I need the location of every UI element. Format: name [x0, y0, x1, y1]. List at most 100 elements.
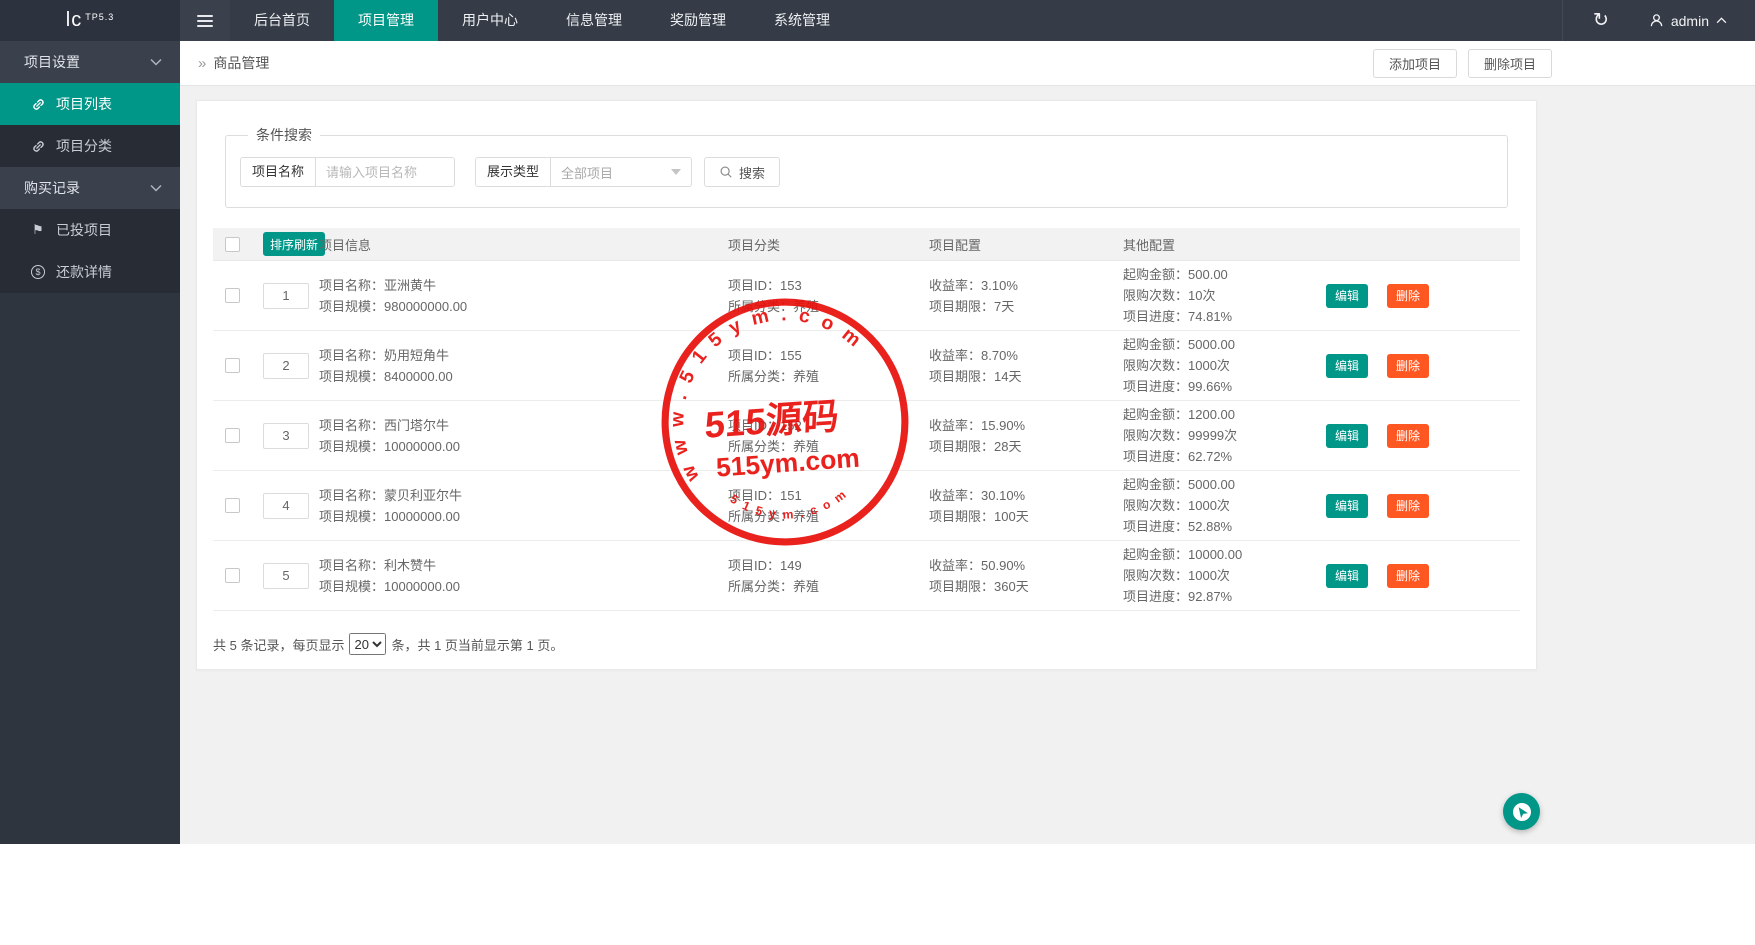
table-row: 项目名称：奶用短角牛 项目规模：8400000.00 项目ID：155 所属分类…: [213, 331, 1520, 401]
nav-system-management[interactable]: 系统管理: [750, 0, 854, 41]
header-project-category: 项目分类: [728, 235, 929, 254]
link-icon: [30, 97, 46, 112]
search-button[interactable]: 搜索: [704, 157, 780, 187]
project-term: 28天: [994, 439, 1021, 454]
project-id: 151: [780, 488, 802, 503]
chevron-down-icon: [150, 184, 162, 192]
yield-rate: 8.70%: [981, 348, 1018, 363]
project-id: 153: [780, 278, 802, 293]
edit-button[interactable]: 编辑: [1326, 424, 1368, 448]
nav-project-management[interactable]: 项目管理: [334, 0, 438, 41]
sort-order-input[interactable]: [263, 353, 309, 379]
page-title: 商品管理: [213, 53, 269, 73]
project-progress: 92.87%: [1188, 589, 1232, 604]
sidebar-item-repayment-details[interactable]: $ 还款详情: [0, 251, 180, 293]
project-list-card: 条件搜索 项目名称 展示类型 全部项目: [196, 100, 1537, 670]
sort-order-input[interactable]: [263, 283, 309, 309]
project-scale: 10000000.00: [384, 509, 460, 524]
logo-version: TP5.3: [85, 12, 114, 22]
project-scale: 8400000.00: [384, 369, 453, 384]
sort-refresh-button[interactable]: 排序刷新: [263, 232, 325, 256]
dollar-circle-icon: $: [30, 265, 46, 279]
chevron-down-icon: [150, 58, 162, 66]
search-panel-legend: 条件搜索: [248, 125, 320, 145]
project-name: 亚洲黄牛: [384, 278, 436, 293]
project-progress: 62.72%: [1188, 449, 1232, 464]
delete-button[interactable]: 删除: [1387, 494, 1429, 518]
yield-rate: 3.10%: [981, 278, 1018, 293]
display-type-group: 展示类型 全部项目: [475, 157, 692, 187]
sort-order-input[interactable]: [263, 563, 309, 589]
table-row: 项目名称：蒙贝利亚尔牛 项目规模：10000000.00 项目ID：151 所属…: [213, 471, 1520, 541]
sidebar-group-label: 项目设置: [24, 52, 80, 72]
delete-project-button[interactable]: 删除项目: [1468, 49, 1552, 78]
row-checkbox[interactable]: [225, 428, 240, 443]
edit-button[interactable]: 编辑: [1326, 564, 1368, 588]
row-checkbox[interactable]: [225, 498, 240, 513]
table-row: 项目名称：西门塔尔牛 项目规模：10000000.00 项目ID：152 所属分…: [213, 401, 1520, 471]
edit-button[interactable]: 编辑: [1326, 494, 1368, 518]
logo-text: lc: [66, 9, 82, 32]
sidebar-item-project-category[interactable]: 项目分类: [0, 125, 180, 167]
project-table: 排序刷新 项目信息 项目分类 项目配置 其他配置 项目名称：亚洲黄牛 项目规模：…: [213, 228, 1520, 611]
min-amount: 5000.00: [1188, 337, 1235, 352]
project-name-input[interactable]: [316, 158, 454, 186]
project-progress: 74.81%: [1188, 309, 1232, 324]
row-checkbox[interactable]: [225, 358, 240, 373]
sidebar-group-purchase-records[interactable]: 购买记录: [0, 167, 180, 209]
nav-info-management[interactable]: 信息管理: [542, 0, 646, 41]
sidebar-item-label: 项目列表: [56, 94, 112, 114]
table-header: 排序刷新 项目信息 项目分类 项目配置 其他配置: [213, 228, 1520, 261]
min-amount: 5000.00: [1188, 477, 1235, 492]
display-type-select[interactable]: 全部项目: [551, 158, 691, 186]
project-id: 152: [780, 418, 802, 433]
delete-button[interactable]: 删除: [1387, 424, 1429, 448]
project-name-group: 项目名称: [240, 157, 455, 187]
delete-button[interactable]: 删除: [1387, 354, 1429, 378]
min-amount: 10000.00: [1188, 547, 1242, 562]
sidebar-group-project-settings[interactable]: 项目设置: [0, 41, 180, 83]
row-checkbox[interactable]: [225, 288, 240, 303]
topbar: lcTP5.3 后台首页 项目管理 用户中心 信息管理 奖励管理 系统管理 ↻ …: [0, 0, 1755, 41]
sidebar-item-invested-projects[interactable]: ⚑ 已投项目: [0, 209, 180, 251]
project-category: 养殖: [793, 369, 819, 384]
project-category: 养殖: [793, 579, 819, 594]
sidebar-group-label: 购买记录: [24, 178, 80, 198]
link-icon: [30, 139, 46, 154]
page-size-select[interactable]: 20: [349, 633, 386, 655]
select-all-checkbox[interactable]: [225, 237, 240, 252]
project-name: 蒙贝利亚尔牛: [384, 488, 462, 503]
edit-button[interactable]: 编辑: [1326, 284, 1368, 308]
nav-reward-management[interactable]: 奖励管理: [646, 0, 750, 41]
refresh-button[interactable]: ↻: [1562, 0, 1639, 41]
flag-icon: ⚑: [30, 222, 46, 238]
sidebar-item-project-list[interactable]: 项目列表: [0, 83, 180, 125]
project-category: 养殖: [793, 439, 819, 454]
table-row: 项目名称：亚洲黄牛 项目规模：980000000.00 项目ID：153 所属分…: [213, 261, 1520, 331]
yield-rate: 15.90%: [981, 418, 1025, 433]
min-amount: 500.00: [1188, 267, 1228, 282]
add-project-button[interactable]: 添加项目: [1373, 49, 1457, 78]
purchase-limit: 10次: [1188, 288, 1215, 303]
project-name: 西门塔尔牛: [384, 418, 449, 433]
sort-order-input[interactable]: [263, 493, 309, 519]
navigation-bubble-icon: [1510, 800, 1534, 824]
admin-menu[interactable]: admin: [1639, 0, 1755, 41]
delete-button[interactable]: 删除: [1387, 564, 1429, 588]
project-id: 155: [780, 348, 802, 363]
project-name: 奶用短角牛: [384, 348, 449, 363]
nav-user-center[interactable]: 用户中心: [438, 0, 542, 41]
caret-down-icon: [671, 169, 681, 175]
delete-button[interactable]: 删除: [1387, 284, 1429, 308]
project-progress: 99.66%: [1188, 379, 1232, 394]
row-checkbox[interactable]: [225, 568, 240, 583]
sort-order-input[interactable]: [263, 423, 309, 449]
floating-action-button[interactable]: [1503, 793, 1540, 830]
project-name: 利木赞牛: [384, 558, 436, 573]
purchase-limit: 1000次: [1188, 498, 1230, 513]
sidebar-toggle-button[interactable]: [180, 0, 230, 41]
purchase-limit: 1000次: [1188, 568, 1230, 583]
nav-home[interactable]: 后台首页: [230, 0, 334, 41]
edit-button[interactable]: 编辑: [1326, 354, 1368, 378]
min-amount: 1200.00: [1188, 407, 1235, 422]
